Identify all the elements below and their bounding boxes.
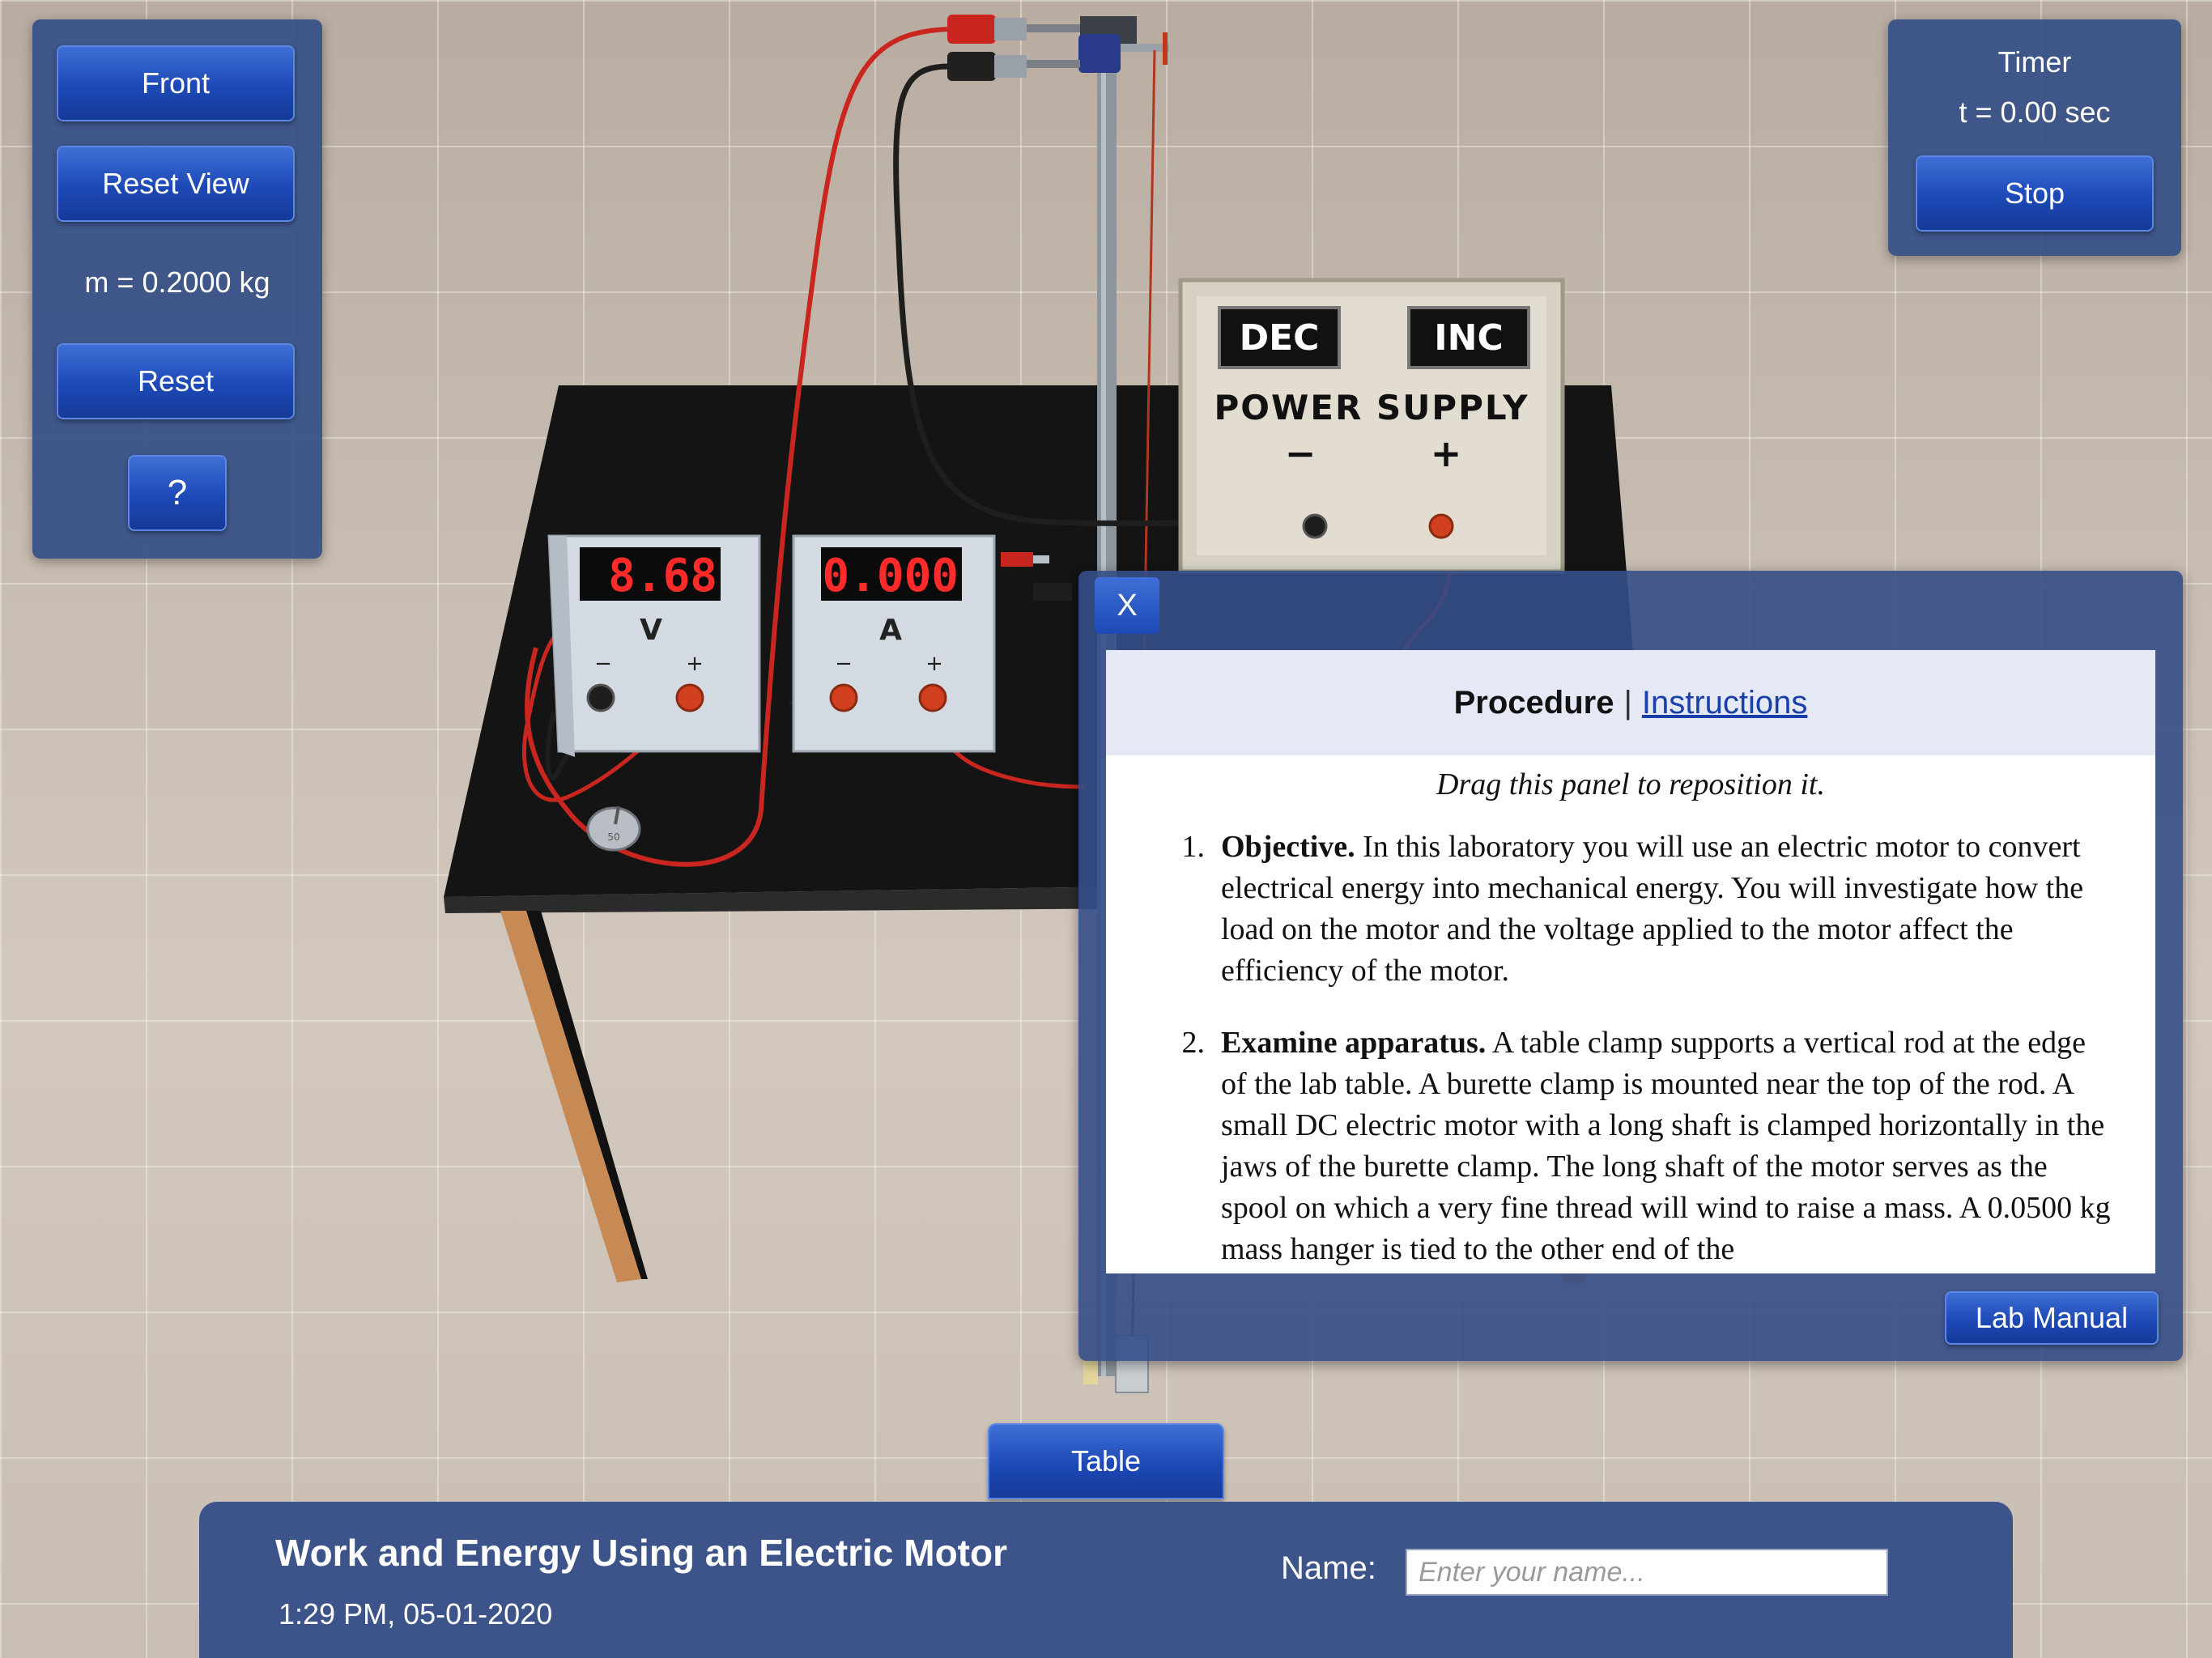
item-heading: Objective. [1221,830,1355,864]
reset-view-button[interactable]: Reset View [57,146,295,222]
procedure-list: 1. Objective. In this laboratory you wil… [1146,827,2115,1270]
drag-hint: Drag this panel to reposition it. [1436,767,1825,801]
power-supply: DEC INC POWER SUPPLY − + [1178,278,1565,574]
left-control-panel: Front Reset View m = 0.2000 kg Reset ? [32,19,322,559]
timer-panel: Timer t = 0.00 sec Stop [1888,19,2181,256]
ammeter-terminal-pos [918,683,947,712]
svg-text:INC: INC [1434,317,1504,359]
lab-manual-button[interactable]: Lab Manual [1945,1291,2159,1345]
tab-procedure: Procedure [1453,684,1614,721]
ammeter-terminal-neg [829,683,858,712]
svg-text:−: − [594,652,612,676]
reset-button[interactable]: Reset [57,343,295,419]
list-item: 1. Objective. In this laboratory you wil… [1181,830,2084,988]
close-icon: X [1117,588,1138,623]
help-button[interactable]: ? [128,455,227,531]
table-leg-left [500,911,641,1282]
tab-instructions-link[interactable]: Instructions [1642,685,1808,721]
voltmeter-unit: V [640,614,662,647]
name-input[interactable] [1406,1549,1888,1596]
voltmeter-terminal-neg [586,683,615,712]
dc-motor [1078,34,1121,73]
power-supply-title: POWER SUPPLY [1214,388,1529,427]
front-view-button[interactable]: Front [57,45,295,121]
svg-text:−: − [835,652,853,676]
svg-text:+: + [925,652,943,676]
voltmeter: 8.68 V − + [547,534,761,757]
motor-terminal-red [947,15,996,44]
svg-text:DEC: DEC [1240,317,1320,359]
timer-readout: t = 0.00 sec [1959,96,2111,129]
svg-text:−: − [1285,432,1317,475]
ammeter-unit: A [879,614,902,647]
list-item: 2. Examine apparatus. A table clamp supp… [1181,1026,2111,1266]
item-text: A table clamp supports a vertical rod at… [1221,1026,2111,1266]
power-supply-terminal-neg [1302,513,1328,539]
table-button[interactable]: Table [988,1423,1224,1499]
close-procedure-button[interactable]: X [1095,577,1159,634]
svg-text:+: + [1431,432,1462,475]
bottom-info-bar: Work and Energy Using an Electric Motor … [199,1502,2013,1658]
mass-readout: m = 0.2000 kg [84,266,270,299]
name-label: Name: [1281,1550,1376,1586]
procedure-panel[interactable]: X Procedure | Instructions Drag this pan… [1078,571,2183,1361]
stop-button[interactable]: Stop [1916,155,2154,232]
procedure-tabs: Procedure | Instructions [1106,650,2155,755]
item-heading: Examine apparatus. [1221,1026,1487,1060]
tab-separator: | [1623,684,1632,721]
motor-terminal-black [947,52,996,81]
power-supply-terminal-pos [1428,513,1454,539]
voltmeter-reading: 8.68 [608,550,717,602]
ammeter-reading: 0.000 [822,550,959,602]
lab-title: Work and Energy Using an Electric Motor [275,1532,1007,1574]
svg-text:50: 50 [607,831,619,843]
timer-title: Timer [1997,45,2072,79]
voltmeter-terminal-pos [675,683,704,712]
svg-text:+: + [686,652,704,676]
lab-datetime: 1:29 PM, 05-01-2020 [279,1597,553,1630]
procedure-content[interactable]: Procedure | Instructions Drag this panel… [1106,650,2155,1273]
mass-weight: 50 [586,806,641,852]
